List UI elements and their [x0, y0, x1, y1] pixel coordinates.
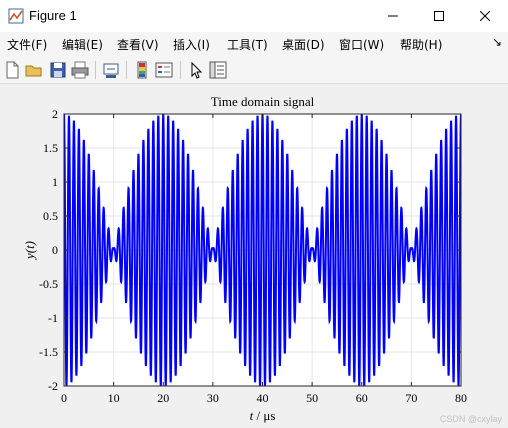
menu-bar: 文件(F) 编辑(E) 查看(V) 插入(I) 工具(T) 桌面(D) 窗口(W… — [0, 32, 508, 56]
link-plot-icon[interactable] — [101, 60, 121, 80]
x-tick-label: 60 — [356, 391, 368, 405]
x-tick-label: 20 — [157, 391, 169, 405]
toolbar-separator — [180, 61, 181, 79]
x-axis-label: t / μs — [250, 408, 276, 423]
y-tick-label: 1 — [52, 175, 58, 189]
menu-edit[interactable]: 编辑(E) — [62, 36, 103, 53]
y-tick-label: -2 — [48, 379, 58, 393]
figure-canvas: Time domain signal 0 10 20 30 40 50 60 70 80 2 1.5… — [0, 84, 508, 428]
insert-legend-icon[interactable] — [154, 60, 174, 80]
close-icon — [480, 11, 490, 21]
toolbar — [0, 56, 508, 84]
print-icon[interactable] — [70, 60, 90, 80]
y-tick-label: 2 — [52, 107, 58, 121]
menu-insert[interactable]: 插入(I) — [173, 36, 210, 53]
property-inspector-icon[interactable] — [208, 60, 228, 80]
y-tick-label: -1.5 — [39, 345, 58, 359]
matlab-figure-icon — [8, 8, 24, 24]
x-tick-label: 50 — [306, 391, 318, 405]
y-tick-label: -0.5 — [39, 277, 58, 291]
open-file-icon[interactable] — [24, 60, 44, 80]
insert-colorbar-icon[interactable] — [132, 60, 152, 80]
x-tick-label: 70 — [405, 391, 417, 405]
x-tick-label: 0 — [61, 391, 67, 405]
x-tick-label: 30 — [207, 391, 219, 405]
maximize-button[interactable] — [416, 0, 462, 32]
x-tick-label: 40 — [257, 391, 269, 405]
y-tick-label: -1 — [48, 311, 58, 325]
menu-view[interactable]: 查看(V) — [117, 36, 159, 53]
toolbar-separator — [126, 61, 127, 79]
y-axis-label: y(t) — [22, 241, 37, 261]
minimize-icon — [388, 15, 398, 17]
maximize-icon — [434, 11, 444, 21]
y-tick-label: 0 — [52, 243, 58, 257]
title-bar: Figure 1 — [0, 0, 508, 32]
edit-plot-icon[interactable] — [186, 60, 206, 80]
menu-file[interactable]: 文件(F) — [7, 36, 47, 53]
close-button[interactable] — [462, 0, 508, 32]
y-tick-label: 1.5 — [43, 141, 58, 155]
menu-help[interactable]: 帮助(H) — [400, 36, 442, 53]
x-tick-label: 10 — [108, 391, 120, 405]
save-icon[interactable] — [48, 60, 68, 80]
menu-window[interactable]: 窗口(W) — [339, 36, 384, 53]
x-tick-label: 80 — [455, 391, 467, 405]
y-tick-label: 0.5 — [43, 209, 58, 223]
menu-tools[interactable]: 工具(T) — [227, 36, 268, 53]
axes[interactable]: 0 10 20 30 40 50 60 70 80 2 1.5 1 0.5 0 -0.5 -1 -1.5 -2 t … — [0, 84, 508, 428]
window-title: Figure 1 — [29, 8, 77, 23]
menu-desktop[interactable]: 桌面(D) — [282, 36, 325, 53]
watermark: CSDN @cxylay — [439, 414, 502, 424]
minimize-button[interactable] — [370, 0, 416, 32]
menu-overflow-icon[interactable]: ↘ — [492, 35, 502, 49]
toolbar-separator — [95, 61, 96, 79]
new-figure-icon[interactable] — [2, 60, 22, 80]
